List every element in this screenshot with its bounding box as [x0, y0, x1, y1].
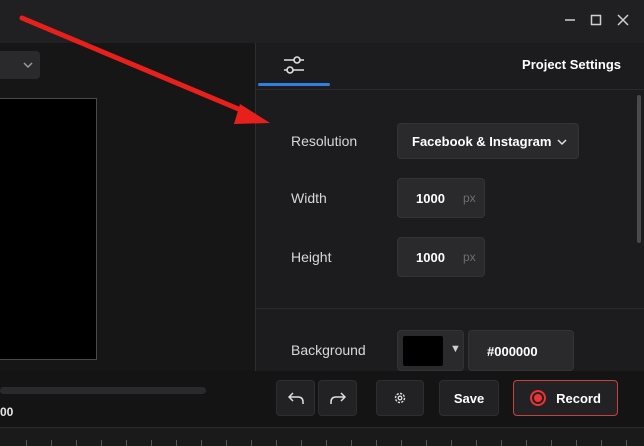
timeline-tick	[626, 440, 627, 446]
preview-canvas[interactable]	[0, 98, 97, 360]
background-hex-value: #000000	[487, 344, 538, 359]
timeline-tick	[601, 440, 602, 446]
active-tab-indicator	[258, 83, 330, 86]
timeline-tick	[151, 440, 152, 446]
height-input[interactable]: 1000 px	[397, 237, 485, 277]
resolution-select[interactable]: Facebook & Instagram	[397, 123, 579, 159]
timeline-tick	[501, 440, 502, 446]
background-label: Background	[291, 342, 366, 358]
save-button[interactable]: Save	[439, 380, 499, 416]
background-hex-input[interactable]: #000000	[468, 330, 574, 371]
sliders-icon	[284, 56, 304, 74]
preview-panel	[0, 43, 255, 371]
divider	[256, 308, 644, 309]
resolution-label: Resolution	[291, 133, 358, 149]
timeline-tick	[226, 440, 227, 446]
scrollbar[interactable]	[637, 95, 641, 243]
record-label: Record	[556, 390, 601, 406]
timeline-tick	[401, 440, 402, 446]
timeline-tick	[301, 440, 302, 446]
settings-button[interactable]	[376, 380, 424, 416]
tab-settings[interactable]	[256, 43, 332, 87]
time-readout: 00	[0, 405, 14, 419]
timeline-tick	[376, 440, 377, 446]
close-icon[interactable]	[613, 10, 633, 30]
background-color-picker[interactable]: ▼	[397, 330, 464, 371]
timeline-tick	[26, 440, 27, 446]
minimize-icon[interactable]	[560, 10, 580, 30]
width-value: 1000	[416, 191, 445, 206]
timeline-tick	[576, 440, 577, 446]
resolution-value: Facebook & Instagram	[412, 134, 552, 149]
title-bar	[0, 0, 644, 43]
gear-icon	[394, 392, 406, 404]
timeline-tick	[101, 440, 102, 446]
timeline-tick	[76, 440, 77, 446]
timeline-tick	[451, 440, 452, 446]
timeline-tick	[551, 440, 552, 446]
width-input[interactable]: 1000 px	[397, 178, 485, 218]
record-button[interactable]: Record	[513, 380, 618, 416]
timeline-tick	[251, 440, 252, 446]
divider	[256, 89, 644, 90]
playback-progress[interactable]	[0, 387, 206, 394]
timeline-tick	[351, 440, 352, 446]
width-label: Width	[291, 190, 327, 206]
timeline-tick	[426, 440, 427, 446]
timeline-tick	[526, 440, 527, 446]
color-swatch	[403, 336, 443, 366]
undo-icon	[287, 392, 304, 404]
redo-icon	[329, 392, 346, 404]
preview-dropdown[interactable]	[0, 51, 40, 79]
height-value: 1000	[416, 250, 445, 265]
redo-button[interactable]	[318, 380, 357, 416]
timeline-tick	[51, 440, 52, 446]
timeline-tick	[126, 440, 127, 446]
save-label: Save	[453, 390, 485, 406]
width-unit: px	[463, 191, 476, 205]
timeline-ruler[interactable]	[0, 427, 644, 446]
timeline-tick	[476, 440, 477, 446]
timeline-tick	[276, 440, 277, 446]
bottom-toolbar: 00 Save Record	[0, 371, 644, 427]
timeline-tick	[201, 440, 202, 446]
maximize-icon[interactable]	[586, 10, 606, 30]
panel-title: Project Settings	[522, 57, 621, 72]
chevron-down-icon	[23, 62, 33, 69]
height-label: Height	[291, 249, 332, 265]
undo-button[interactable]	[276, 380, 315, 416]
chevron-down-icon	[557, 139, 567, 146]
record-icon	[530, 390, 547, 406]
timeline-tick	[176, 440, 177, 446]
settings-panel: Project Settings Resolution Facebook & I…	[256, 43, 644, 371]
caret-down-icon: ▼	[450, 343, 461, 355]
height-unit: px	[463, 250, 476, 264]
timeline-tick	[326, 440, 327, 446]
